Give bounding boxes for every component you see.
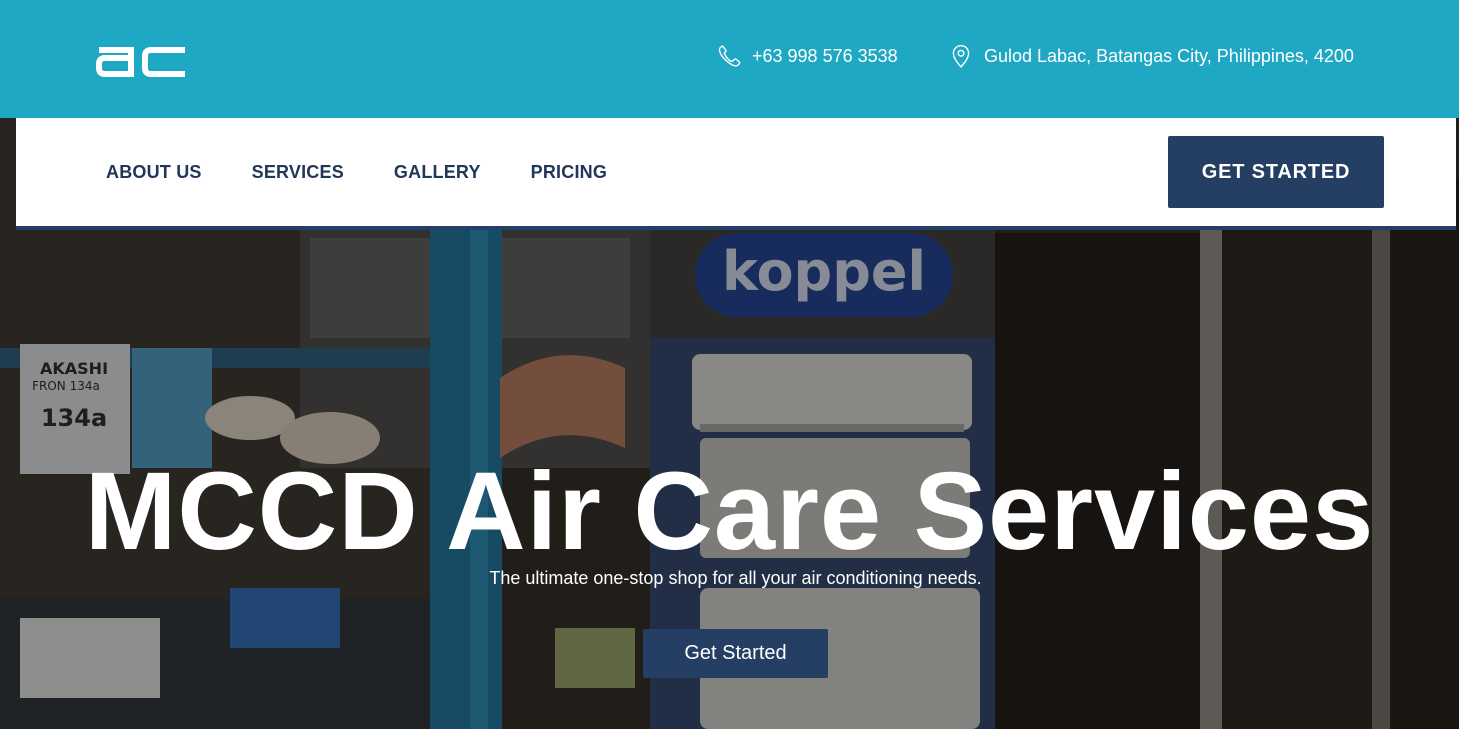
hero-subtitle: The ultimate one-stop shop for all your … <box>489 568 982 588</box>
get-started-hero-button[interactable]: Get Started <box>643 629 828 678</box>
main-navigation: ABOUT US SERVICES GALLERY PRICING GET ST… <box>16 118 1456 230</box>
hero-title: MCCD Air Care Services <box>84 450 1375 573</box>
ac-logo[interactable] <box>95 36 187 78</box>
phone-contact[interactable]: +63 998 576 3538 <box>716 42 898 70</box>
nav-links: ABOUT US SERVICES GALLERY PRICING <box>106 162 657 183</box>
location-pin-icon <box>952 45 970 68</box>
nav-item-about-us[interactable]: ABOUT US <box>106 162 202 183</box>
phone-icon <box>718 45 741 67</box>
nav-item-pricing[interactable]: PRICING <box>531 162 607 183</box>
get-started-nav-button[interactable]: GET STARTED <box>1168 136 1384 208</box>
address-text: Gulod Labac, Batangas City, Philippines,… <box>984 45 1354 66</box>
phone-number: +63 998 576 3538 <box>752 45 898 66</box>
top-bar: +63 998 576 3538 Gulod Labac, Batangas C… <box>0 0 1459 118</box>
address-contact[interactable]: Gulod Labac, Batangas City, Philippines,… <box>948 42 1354 70</box>
nav-item-gallery[interactable]: GALLERY <box>394 162 481 183</box>
nav-item-services[interactable]: SERVICES <box>252 162 344 183</box>
